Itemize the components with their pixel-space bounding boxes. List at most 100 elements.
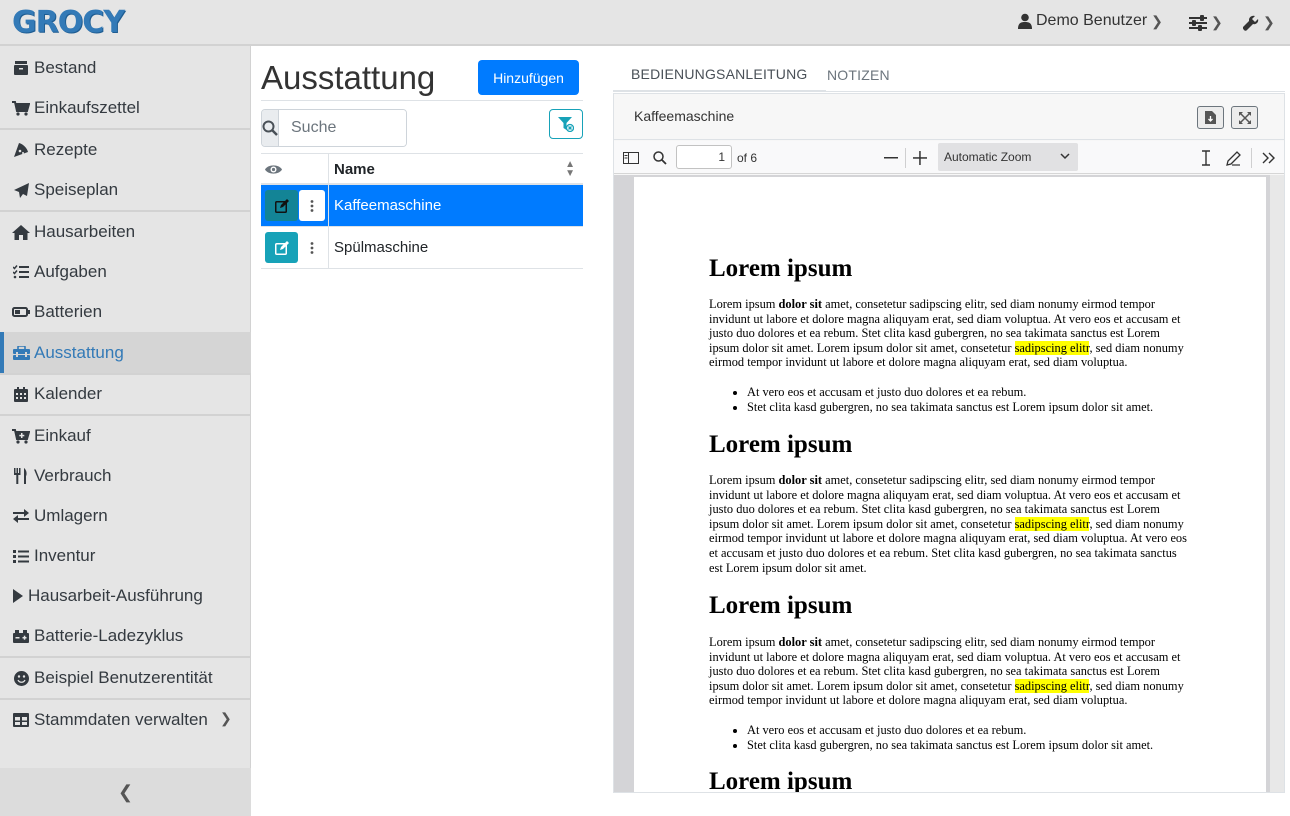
more-actions-button[interactable]: [299, 190, 325, 221]
sidebar-item-batterien[interactable]: Batterien: [0, 292, 251, 332]
sidebar-item-ausstattung[interactable]: Ausstattung: [0, 332, 251, 373]
paper-plane-icon: [12, 181, 30, 199]
chevron-right-icon: ❯: [1263, 14, 1275, 30]
column-visibility-toggle[interactable]: [261, 154, 328, 184]
card-header: Kaffeemaschine: [614, 94, 1284, 140]
zoom-out-icon[interactable]: [882, 149, 900, 167]
row-name: Spülmaschine: [328, 227, 583, 268]
sidebar-item-speiseplan[interactable]: Speiseplan: [0, 170, 251, 210]
sidebar-item-umlagern[interactable]: Umlagern: [0, 496, 251, 536]
sidebar-item-beispiel-benutzerentitaet[interactable]: Beispiel Benutzerentität: [0, 658, 251, 698]
pdf-scrollbar[interactable]: [1270, 175, 1284, 792]
clear-filter-button[interactable]: [549, 109, 583, 139]
pdf-bullet-list: At vero eos et accusam et justo duo dolo…: [747, 385, 1197, 414]
sidebar-item-label: Umlagern: [34, 506, 108, 525]
toolbar-separator: [1251, 148, 1252, 168]
page-count: of 6: [737, 151, 758, 165]
double-chevron-right-icon[interactable]: [1260, 149, 1278, 167]
user-menu[interactable]: Demo Benutzer ❯: [1018, 12, 1163, 30]
sidebar-item-kalender[interactable]: Kalender: [0, 374, 251, 414]
pdf-paragraph: Lorem ipsum dolor sit amet, consetetur s…: [709, 635, 1184, 708]
pdf-viewer[interactable]: Lorem ipsum Lorem ipsum dolor sit amet, …: [614, 175, 1284, 792]
card-title: Kaffeemaschine: [634, 108, 735, 124]
chevron-right-icon: ❯: [1151, 12, 1163, 29]
row-actions: [261, 185, 328, 226]
sidebar-item-label: Einkauf: [34, 426, 91, 445]
table-row[interactable]: Spülmaschine: [261, 227, 583, 269]
sidebar-item-inventur[interactable]: Inventur: [0, 536, 251, 576]
sidebar-collapse-button[interactable]: ❮: [0, 768, 251, 816]
chevron-down-icon: [1060, 149, 1070, 163]
pdf-heading: Lorem ipsum: [709, 431, 853, 458]
exchange-icon: [12, 507, 30, 525]
cart-plus-icon: [12, 427, 30, 445]
zoom-select[interactable]: Automatic Zoom: [938, 143, 1078, 171]
sidebar-item-verbrauch[interactable]: Verbrauch: [0, 456, 251, 496]
pdf-heading: Lorem ipsum: [709, 255, 853, 282]
edit-icon: [274, 198, 289, 213]
tab-notizen[interactable]: NOTIZEN: [809, 58, 908, 92]
sidebar-item-label: Batterien: [34, 302, 103, 321]
sidebar-item-label: Stammdaten verwalten: [34, 710, 208, 729]
sidebar-item-label: Kalender: [34, 384, 103, 403]
sidebar-item-label: Batterie-Ladezyklus: [34, 626, 184, 645]
toolbox-icon: [12, 344, 30, 362]
filter-clear-icon: [558, 116, 574, 132]
top-navbar: GROCY Demo Benutzer ❯ ❯ ❯: [0, 0, 1290, 46]
settings-menu[interactable]: ❯: [1189, 14, 1223, 31]
download-button[interactable]: [1197, 106, 1224, 129]
table-row[interactable]: Kaffeemaschine: [261, 185, 583, 227]
sidebar-item-einkauf[interactable]: Einkauf: [0, 416, 251, 456]
search-icon[interactable]: [651, 149, 669, 167]
more-actions-button[interactable]: [299, 232, 325, 263]
sidebar-item-bestand[interactable]: Bestand: [0, 48, 251, 88]
tasks-icon: [12, 263, 30, 281]
calendar-icon: [12, 385, 30, 403]
edit-icon: [274, 240, 289, 255]
smile-icon: [12, 669, 30, 687]
edit-button[interactable]: [265, 232, 298, 263]
sidebar-item-aufgaben[interactable]: Aufgaben: [0, 252, 251, 292]
sidebar-item-label: Einkaufszettel: [34, 98, 140, 117]
shopping-cart-icon: [12, 99, 30, 117]
user-name: Demo Benutzer: [1036, 12, 1148, 29]
sidebar-item-label: Verbrauch: [34, 466, 112, 485]
table-header: Name ▲ ▼: [261, 153, 583, 185]
pdf-paragraph: Lorem ipsum dolor sit amet, consetetur s…: [709, 297, 1184, 370]
page-number-input[interactable]: 1: [676, 145, 732, 169]
pdf-page: Lorem ipsum Lorem ipsum dolor sit amet, …: [634, 177, 1266, 792]
sidebar: Bestand Einkaufszettel Rezepte Speisepla…: [0, 46, 251, 816]
sidebar-item-label: Bestand: [34, 58, 97, 77]
draw-icon[interactable]: [1224, 149, 1242, 167]
zoom-value: Automatic Zoom: [944, 150, 1032, 164]
page-title: Ausstattung: [261, 59, 436, 96]
tools-menu[interactable]: ❯: [1243, 14, 1275, 31]
play-icon: [12, 587, 24, 605]
chevron-right-icon: ❯: [1211, 14, 1223, 30]
sidebar-toggle-icon[interactable]: [622, 149, 640, 167]
kebab-menu-icon: [310, 199, 314, 212]
pdf-bullet-list: At vero eos et accusam et justo duo dolo…: [747, 723, 1197, 752]
sidebar-item-rezepte[interactable]: Rezepte: [0, 130, 251, 170]
sidebar-item-hausarbeit-ausfuehrung[interactable]: Hausarbeit-Ausführung: [0, 576, 251, 616]
kebab-menu-icon: [310, 241, 314, 254]
add-button[interactable]: Hinzufügen: [478, 60, 579, 95]
pdf-paragraph: Lorem ipsum dolor sit amet, consetetur s…: [709, 473, 1187, 575]
column-header-name[interactable]: Name ▲ ▼: [328, 154, 583, 184]
sidebar-item-hausarbeiten[interactable]: Hausarbeiten: [0, 212, 251, 252]
sidebar-item-batterie-ladezyklus[interactable]: Batterie-Ladezyklus: [0, 616, 251, 656]
search-input[interactable]: [279, 110, 406, 146]
sidebar-item-stammdaten[interactable]: Stammdaten verwalten ❯: [0, 700, 251, 740]
tab-bedienungsanleitung[interactable]: BEDIENUNGSANLEITUNG: [613, 58, 826, 92]
grocy-logo[interactable]: GROCY: [12, 7, 125, 39]
sidebar-item-label: Speiseplan: [34, 180, 119, 199]
divider: [261, 100, 583, 101]
home-icon: [12, 223, 30, 241]
sliders-icon: [1189, 14, 1207, 31]
fullscreen-button[interactable]: [1231, 106, 1258, 129]
sidebar-item-einkaufszettel[interactable]: Einkaufszettel: [0, 88, 251, 128]
zoom-in-icon[interactable]: [911, 149, 929, 167]
text-cursor-icon[interactable]: [1197, 149, 1215, 167]
edit-button[interactable]: [265, 190, 298, 221]
equipment-table: Name ▲ ▼ Kaffeemaschine Spülmaschine: [261, 153, 583, 269]
